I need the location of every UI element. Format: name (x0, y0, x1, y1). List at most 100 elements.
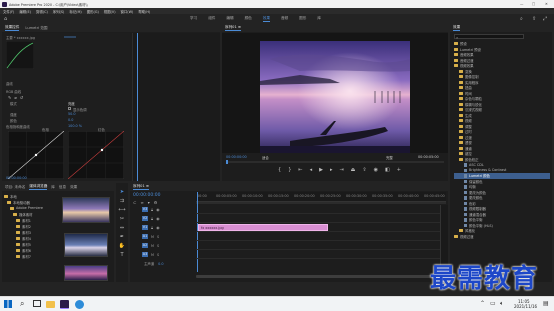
razor-tool-icon[interactable]: ✂ (120, 216, 124, 222)
tab-project[interactable]: 项目: 未命名 (5, 185, 25, 190)
menu-clip[interactable]: 剪辑(C) (36, 9, 48, 14)
go-to-in-icon[interactable]: ⇤ (298, 167, 302, 173)
browser-icon[interactable] (75, 300, 84, 309)
workspace-effects[interactable]: 效果 (262, 16, 270, 22)
tray-arrow-icon[interactable]: ⌃ (480, 300, 485, 307)
comparison-view-icon[interactable]: ◧ (385, 167, 390, 173)
hand-tool-icon[interactable]: ✋ (119, 243, 125, 249)
windows-start-icon[interactable] (4, 300, 12, 308)
work-area-bar[interactable] (196, 202, 446, 204)
media-thumbnail[interactable] (64, 233, 108, 257)
timeline-ruler[interactable]: 00:00 00:00:05:00 00:00:10:00 00:00:15:0… (196, 192, 446, 202)
menu-marker[interactable]: 标记(M) (69, 9, 81, 14)
eye-icon[interactable]: ◉ (156, 207, 160, 212)
fit-dropdown[interactable]: 适合 (262, 155, 269, 160)
program-monitor-title[interactable]: 序列01 ≡ (225, 25, 241, 31)
menu-sequence[interactable]: 序列(S) (53, 9, 65, 14)
taskbar-time[interactable]: 11:05 (518, 299, 530, 304)
task-view-icon[interactable] (33, 300, 41, 307)
reset-icon[interactable]: ↺ (20, 95, 23, 100)
tab-media-browser[interactable]: 媒体浏览器 (29, 184, 48, 190)
workspace-audio[interactable]: 音频 (281, 16, 288, 21)
mark-in-icon[interactable]: { (278, 167, 281, 173)
tab-info[interactable]: 信息 (59, 185, 66, 190)
lock-icon[interactable]: 🔒︎ (151, 216, 153, 221)
mute-button[interactable]: M (151, 235, 154, 239)
export-frame-icon[interactable]: ◉ (374, 167, 378, 173)
track-lane[interactable] (196, 241, 446, 250)
effects-panel-title[interactable]: 效果 (453, 25, 461, 31)
program-scrubber[interactable] (226, 160, 444, 164)
home-icon[interactable]: ⌂ (4, 16, 7, 22)
section-curves[interactable]: 曲线 (6, 81, 13, 86)
media-thumbnail[interactable] (64, 265, 108, 281)
mute-button[interactable]: M (151, 253, 154, 257)
section-rgb-curves[interactable]: RGB 曲线 (6, 89, 21, 94)
expand-icon[interactable]: ⤢ (543, 16, 547, 22)
premiere-taskbar-icon[interactable] (60, 300, 69, 309)
video-clip[interactable]: fx xxxxxx.jpg (198, 224, 328, 231)
taskbar-search-icon[interactable]: ⌕ (20, 299, 24, 309)
track-lane[interactable] (196, 214, 446, 223)
tab-lumetri-scopes[interactable]: Lumetri 范围 (25, 26, 47, 31)
effects-search-input[interactable]: ⌕ (454, 34, 524, 40)
row-mode-value[interactable]: 亮度 (68, 101, 75, 106)
pen-icon[interactable]: ✎ (8, 95, 11, 100)
play-icon[interactable]: ▶ (319, 167, 323, 173)
workspace-graphics[interactable]: 图形 (299, 16, 306, 21)
luma-curve-graph[interactable] (8, 131, 64, 179)
file-explorer-icon[interactable] (46, 300, 55, 308)
program-timecode-left[interactable]: 00:00:00:00 (226, 155, 247, 159)
show-tone-checkbox[interactable] (68, 107, 71, 110)
track-target-toggle[interactable]: A3 (142, 252, 148, 257)
mark-out-icon[interactable]: } (288, 167, 291, 173)
track-target-toggle[interactable]: V1 (142, 225, 148, 230)
row-strength-value[interactable]: 50.0 (68, 112, 76, 116)
lock-icon[interactable]: 🔒︎ (151, 207, 153, 212)
add-button-icon[interactable]: + (397, 167, 401, 173)
network-icon[interactable]: ▭ (490, 300, 496, 307)
menu-window[interactable]: 窗口(W) (121, 9, 134, 14)
lock-icon[interactable]: 🔒︎ (151, 225, 153, 230)
workspace-learn[interactable]: 学习 (190, 16, 197, 21)
lift-icon[interactable]: ⏏ (351, 167, 356, 173)
taskbar-date[interactable]: 2021/11/16 (514, 304, 537, 309)
track-target-toggle[interactable]: V3 (142, 207, 148, 212)
timeline-title[interactable]: 序列01 ≡ (133, 184, 149, 190)
workspace-assembly[interactable]: 组件 (208, 16, 215, 21)
ripple-edit-tool-icon[interactable]: ⟷ (118, 207, 125, 213)
slip-tool-icon[interactable]: ⇔ (120, 225, 124, 231)
selection-tool-icon[interactable]: ➤ (120, 189, 124, 195)
row-hue-sat-value[interactable]: 100.0 % (68, 124, 82, 128)
track-lane[interactable] (196, 250, 446, 259)
red-curve-graph[interactable] (68, 131, 124, 179)
track-lane[interactable]: fx xxxxxx.jpg (196, 223, 446, 232)
effect-item[interactable]: 视频过渡 (454, 234, 550, 240)
tab-libraries[interactable]: 库 (51, 185, 55, 190)
solo-button[interactable]: S (157, 253, 159, 257)
volume-icon[interactable]: 🔈︎ (500, 300, 504, 308)
minimize-button[interactable]: — (520, 2, 523, 6)
notification-icon[interactable]: ▤ (543, 300, 549, 307)
track-lane[interactable] (196, 232, 446, 241)
timeline-scrollbar[interactable] (196, 275, 446, 278)
menu-graphics[interactable]: 图形(G) (87, 9, 99, 14)
menu-file[interactable]: 文件(F) (3, 9, 14, 14)
section-hue-sat-curves[interactable]: 色相饱和度曲线 (6, 124, 30, 129)
search-icon[interactable]: ⌕ (520, 16, 523, 22)
solo-button[interactable]: S (157, 235, 159, 239)
step-back-icon[interactable]: ◂ (310, 167, 313, 173)
media-thumbnail[interactable] (62, 197, 110, 223)
eyedropper-icon[interactable]: ⌀ (14, 95, 16, 100)
track-lane[interactable] (196, 205, 446, 214)
tab-effects[interactable]: 效果 (70, 185, 77, 190)
track-target-toggle[interactable]: A1 (142, 234, 148, 239)
tree-item[interactable]: 素材7 (4, 253, 56, 259)
master-value[interactable]: 0.0 (158, 262, 163, 266)
go-to-out-icon[interactable]: ⇥ (339, 167, 343, 173)
track-target-toggle[interactable]: V2 (142, 216, 148, 221)
effect-controls-timecode[interactable]: 00:00:00:00 (6, 176, 27, 180)
type-tool-icon[interactable]: T (120, 252, 123, 258)
menu-view[interactable]: 视图(V) (104, 9, 116, 14)
track-target-toggle[interactable]: A2 (142, 243, 148, 248)
